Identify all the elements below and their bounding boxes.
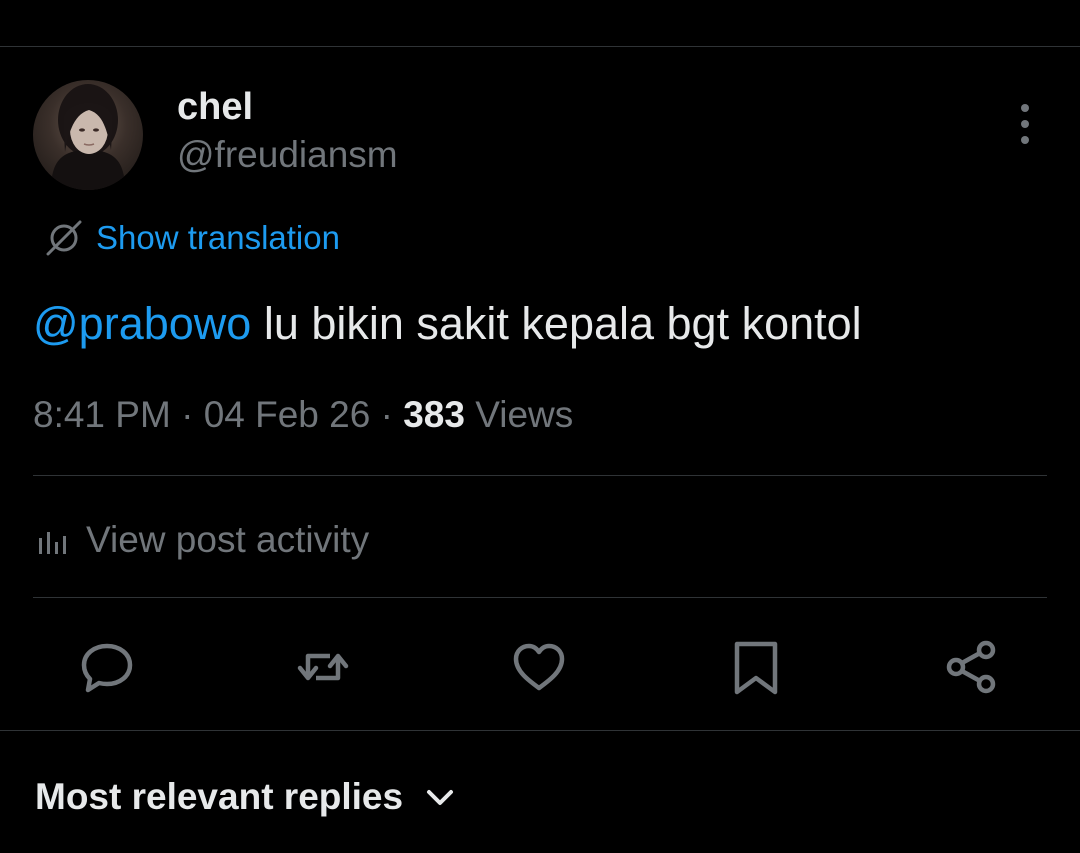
post-body: lu bikin sakit kepala bgt kontol	[251, 298, 862, 349]
author-name[interactable]: chel	[177, 86, 253, 129]
replies-sort-label: Most relevant replies	[35, 776, 404, 817]
heart-icon	[513, 643, 565, 691]
view-post-activity-label: View post activity	[86, 519, 370, 560]
views-label: Views	[475, 394, 574, 435]
repost-button[interactable]	[294, 638, 352, 696]
author-handle[interactable]: @freudiansm	[177, 134, 398, 176]
divider	[0, 730, 1080, 731]
replies-sort-dropdown[interactable]: Most relevant replies	[35, 772, 457, 822]
view-post-activity-button[interactable]: View post activity	[36, 516, 369, 564]
post-date: 04 Feb 26	[203, 394, 371, 435]
views-count: 383	[403, 394, 465, 435]
like-button[interactable]	[510, 638, 568, 696]
post-time: 8:41 PM	[33, 394, 171, 435]
reply-button[interactable]	[78, 638, 136, 696]
share-icon	[946, 640, 996, 694]
top-divider	[0, 46, 1080, 47]
divider	[33, 475, 1047, 476]
analytics-icon	[39, 532, 66, 554]
divider	[33, 597, 1047, 598]
bookmark-button[interactable]	[727, 638, 785, 696]
translate-icon	[46, 220, 82, 256]
show-translation-label: Show translation	[96, 219, 340, 256]
repost-icon	[297, 653, 349, 681]
avatar[interactable]	[33, 80, 143, 190]
post-meta: 8:41 PM · 04 Feb 26 · 383 Views	[33, 394, 574, 435]
mention-link[interactable]: @prabowo	[33, 298, 251, 349]
show-translation-button[interactable]: Show translation	[44, 216, 340, 260]
bookmark-icon	[734, 641, 778, 695]
reply-icon	[81, 643, 133, 693]
post-text: @prabowo lu bikin sakit kepala bgt konto…	[33, 298, 862, 350]
more-options-icon[interactable]	[1008, 104, 1042, 144]
share-button[interactable]	[942, 638, 1000, 696]
action-bar	[0, 632, 1080, 702]
avatar-image	[51, 84, 125, 190]
chevron-down-icon	[427, 790, 454, 805]
